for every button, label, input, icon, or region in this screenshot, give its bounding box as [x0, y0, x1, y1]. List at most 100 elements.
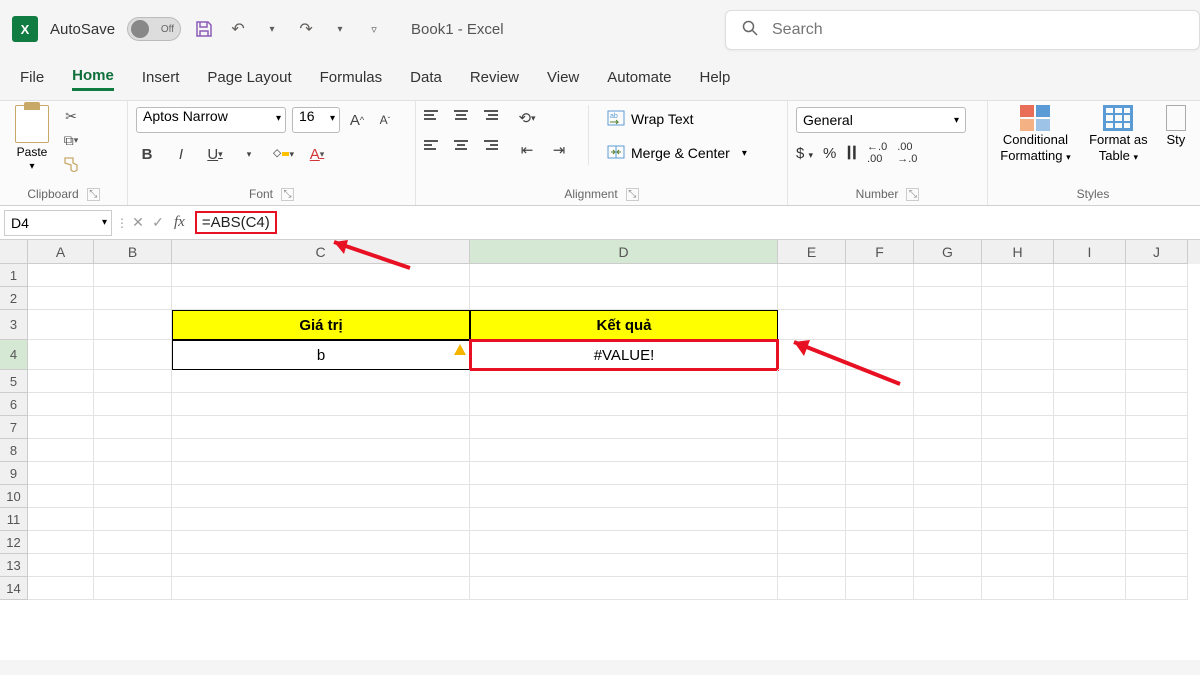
comma-button[interactable]: ⅠⅠ	[846, 143, 857, 164]
borders-icon[interactable]: ▾	[238, 143, 260, 165]
cell-F11[interactable]	[846, 508, 914, 531]
font-dialog-launcher[interactable]: ⤡	[281, 188, 294, 201]
row-header-7[interactable]: 7	[0, 416, 28, 439]
cell-G12[interactable]	[914, 531, 982, 554]
cell-styles-button[interactable]: Sty	[1162, 105, 1190, 147]
cell-E2[interactable]	[778, 287, 846, 310]
cell-I14[interactable]	[1054, 577, 1126, 600]
row-header-10[interactable]: 10	[0, 485, 28, 508]
cell-D11[interactable]	[470, 508, 778, 531]
formula-input[interactable]: =ABS(C4)	[191, 211, 1200, 234]
qat-customize-icon[interactable]: ▿	[363, 18, 385, 40]
cell-F9[interactable]	[846, 462, 914, 485]
cell-J13[interactable]	[1126, 554, 1188, 577]
row-header-14[interactable]: 14	[0, 577, 28, 600]
cell-B3[interactable]	[94, 310, 172, 340]
cell-C11[interactable]	[172, 508, 470, 531]
redo-dropdown-icon[interactable]: ▾	[329, 18, 351, 40]
cell-G5[interactable]	[914, 370, 982, 393]
cell-B9[interactable]	[94, 462, 172, 485]
cell-C10[interactable]	[172, 485, 470, 508]
align-top-icon[interactable]	[424, 105, 446, 125]
cell-I3[interactable]	[1054, 310, 1126, 340]
cell-A8[interactable]	[28, 439, 94, 462]
tab-review[interactable]: Review	[470, 69, 519, 90]
cell-D12[interactable]	[470, 531, 778, 554]
cell-I10[interactable]	[1054, 485, 1126, 508]
cell-G10[interactable]	[914, 485, 982, 508]
cell-E9[interactable]	[778, 462, 846, 485]
cell-F7[interactable]	[846, 416, 914, 439]
cell-B5[interactable]	[94, 370, 172, 393]
cell-A10[interactable]	[28, 485, 94, 508]
cell-J2[interactable]	[1126, 287, 1188, 310]
cell-G3[interactable]	[914, 310, 982, 340]
tab-automate[interactable]: Automate	[607, 69, 671, 90]
cell-A13[interactable]	[28, 554, 94, 577]
cell-D3[interactable]: Kết quả	[470, 310, 778, 340]
spreadsheet-grid[interactable]: ABCDEFGHIJ 123Giá trịKết quả4b#VALUE!567…	[0, 240, 1200, 660]
align-left-icon[interactable]	[424, 135, 446, 155]
tab-help[interactable]: Help	[699, 69, 730, 90]
cell-H8[interactable]	[982, 439, 1054, 462]
decrease-indent-icon[interactable]: ⇤	[516, 139, 538, 161]
cell-F6[interactable]	[846, 393, 914, 416]
fill-color-icon[interactable]: ▾	[272, 143, 294, 165]
cell-A7[interactable]	[28, 416, 94, 439]
cell-A5[interactable]	[28, 370, 94, 393]
grow-font-icon[interactable]: A^	[346, 109, 368, 131]
column-header-J[interactable]: J	[1126, 240, 1188, 264]
cell-J8[interactable]	[1126, 439, 1188, 462]
row-header-9[interactable]: 9	[0, 462, 28, 485]
column-header-I[interactable]: I	[1054, 240, 1126, 264]
cell-C5[interactable]	[172, 370, 470, 393]
cell-H11[interactable]	[982, 508, 1054, 531]
cell-D4[interactable]: #VALUE!	[470, 340, 778, 370]
cell-B11[interactable]	[94, 508, 172, 531]
search-box[interactable]	[725, 10, 1200, 50]
cell-I13[interactable]	[1054, 554, 1126, 577]
cell-J6[interactable]	[1126, 393, 1188, 416]
search-input[interactable]	[772, 21, 1183, 39]
cell-B1[interactable]	[94, 264, 172, 287]
cell-D10[interactable]	[470, 485, 778, 508]
cell-B7[interactable]	[94, 416, 172, 439]
number-dialog-launcher[interactable]: ⤡	[906, 188, 919, 201]
row-header-2[interactable]: 2	[0, 287, 28, 310]
cell-C9[interactable]	[172, 462, 470, 485]
cell-I12[interactable]	[1054, 531, 1126, 554]
cell-H4[interactable]	[982, 340, 1054, 370]
cell-A6[interactable]	[28, 393, 94, 416]
cell-F1[interactable]	[846, 264, 914, 287]
increase-indent-icon[interactable]: ⇥	[548, 139, 570, 161]
cell-B13[interactable]	[94, 554, 172, 577]
cell-F10[interactable]	[846, 485, 914, 508]
cell-J7[interactable]	[1126, 416, 1188, 439]
tab-formulas[interactable]: Formulas	[320, 69, 383, 90]
cell-H6[interactable]	[982, 393, 1054, 416]
cell-J10[interactable]	[1126, 485, 1188, 508]
align-bottom-icon[interactable]	[476, 105, 498, 125]
cell-G11[interactable]	[914, 508, 982, 531]
cell-H3[interactable]	[982, 310, 1054, 340]
cell-E4[interactable]	[778, 340, 846, 370]
column-header-H[interactable]: H	[982, 240, 1054, 264]
cell-D14[interactable]	[470, 577, 778, 600]
format-as-table-button[interactable]: Format as Table ▾	[1079, 105, 1158, 164]
cell-A14[interactable]	[28, 577, 94, 600]
row-header-5[interactable]: 5	[0, 370, 28, 393]
cell-C6[interactable]	[172, 393, 470, 416]
row-header-12[interactable]: 12	[0, 531, 28, 554]
error-warning-icon[interactable]	[454, 344, 466, 355]
bold-button[interactable]: B	[136, 143, 158, 165]
cell-G9[interactable]	[914, 462, 982, 485]
shrink-font-icon[interactable]: Aˇ	[374, 109, 396, 131]
undo-dropdown-icon[interactable]: ▾	[261, 18, 283, 40]
cell-J14[interactable]	[1126, 577, 1188, 600]
cell-I7[interactable]	[1054, 416, 1126, 439]
cell-C4[interactable]: b	[172, 340, 470, 370]
cell-C8[interactable]	[172, 439, 470, 462]
cell-I11[interactable]	[1054, 508, 1126, 531]
cell-G13[interactable]	[914, 554, 982, 577]
cell-E14[interactable]	[778, 577, 846, 600]
